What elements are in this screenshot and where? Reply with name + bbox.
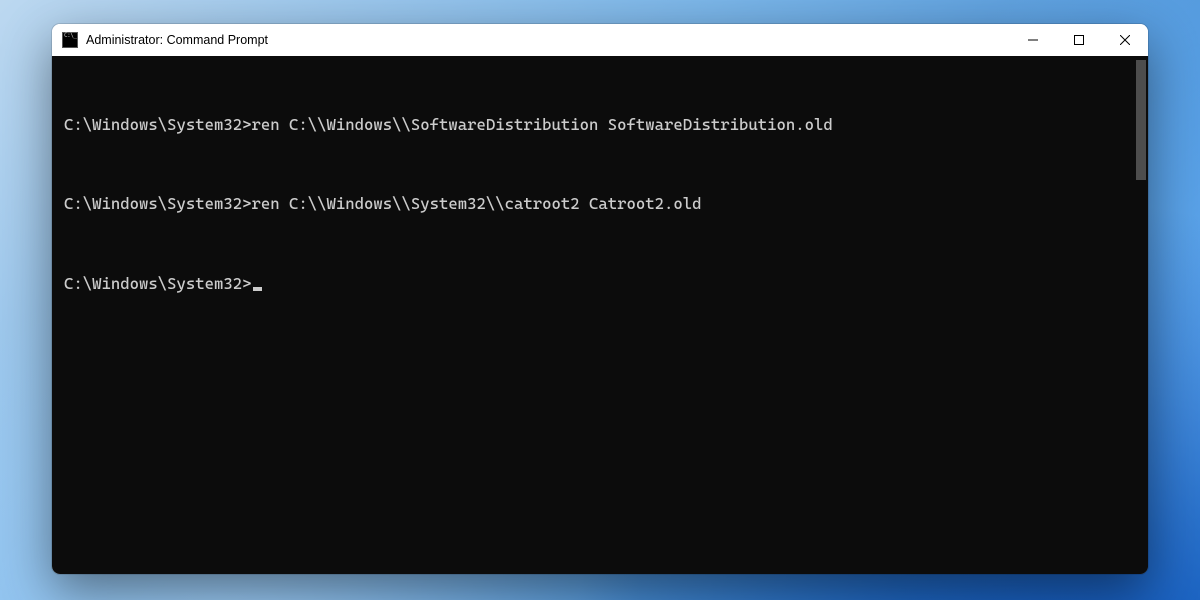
command-text: ren C:\\Windows\\System32\\catroot2 Catr… — [252, 194, 702, 213]
close-button[interactable] — [1102, 24, 1148, 56]
maximize-icon — [1074, 35, 1084, 45]
command-prompt-icon — [62, 32, 78, 48]
close-icon — [1120, 35, 1130, 45]
console-area: C:\Windows\System32>ren C:\\Windows\\Sof… — [52, 56, 1148, 574]
text-cursor — [253, 287, 262, 291]
minimize-button[interactable] — [1010, 24, 1056, 56]
prompt-text: C:\Windows\System32> — [64, 274, 252, 293]
prompt-text: C:\Windows\System32> — [64, 194, 252, 213]
console-line: C:\Windows\System32>ren C:\\Windows\\Sys… — [64, 194, 1124, 214]
console-output[interactable]: C:\Windows\System32>ren C:\\Windows\\Sof… — [52, 56, 1134, 574]
minimize-icon — [1028, 35, 1038, 45]
window-controls — [1010, 24, 1148, 56]
command-prompt-window: Administrator: Command Prompt C:\Windows… — [52, 24, 1148, 574]
scrollbar-track[interactable] — [1134, 56, 1148, 574]
prompt-text: C:\Windows\System32> — [64, 115, 252, 134]
console-line: C:\Windows\System32> — [64, 274, 1124, 294]
scrollbar-thumb[interactable] — [1136, 60, 1146, 180]
maximize-button[interactable] — [1056, 24, 1102, 56]
titlebar[interactable]: Administrator: Command Prompt — [52, 24, 1148, 56]
command-text: ren C:\\Windows\\SoftwareDistribution So… — [252, 115, 833, 134]
console-line: C:\Windows\System32>ren C:\\Windows\\Sof… — [64, 115, 1124, 135]
window-title: Administrator: Command Prompt — [86, 33, 268, 47]
